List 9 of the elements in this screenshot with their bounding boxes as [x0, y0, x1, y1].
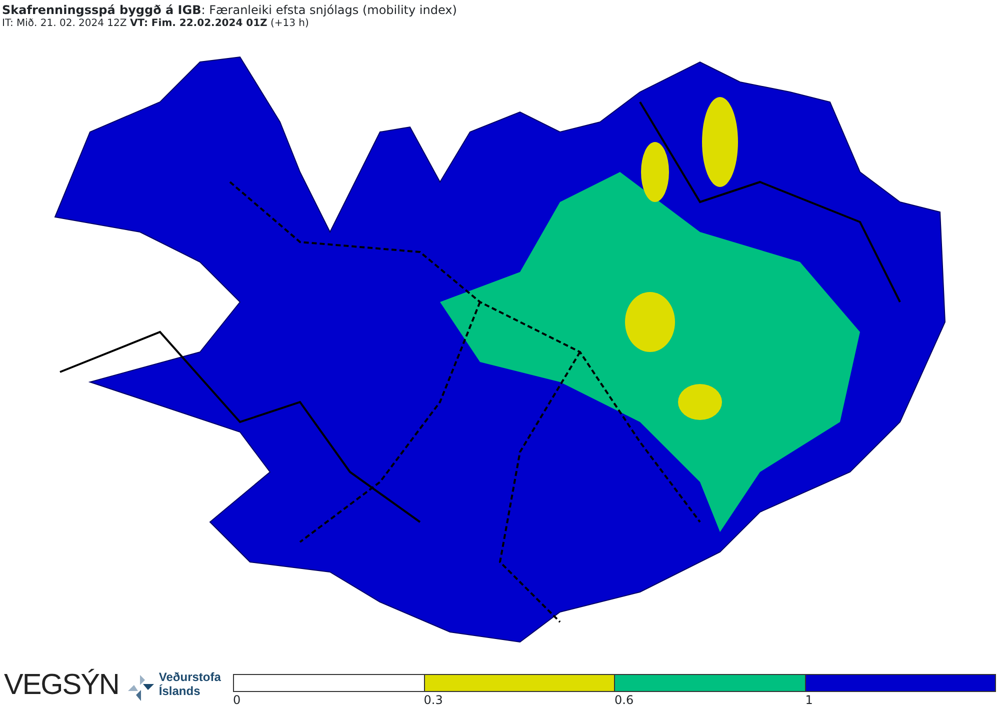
agency-name: Veðurstofa	[158, 670, 221, 684]
forecast-time: IT: Mið. 21. 02. 2024 12Z VT: Fim. 22.02.2024 01Z (+13 h)	[2, 17, 310, 31]
map-title: Skafrenningsspá byggð á IGB: Færanleiki efsta snjólags (mobility index)	[2, 3, 458, 17]
scale-label: 0	[233, 693, 241, 707]
scale-label: 1	[805, 693, 813, 707]
scale-label: 0.3	[424, 693, 443, 707]
agency-name: Íslands	[158, 684, 202, 698]
brand-logo: VEGSÝN	[3, 670, 119, 700]
scale-label: 0.6	[614, 693, 634, 707]
